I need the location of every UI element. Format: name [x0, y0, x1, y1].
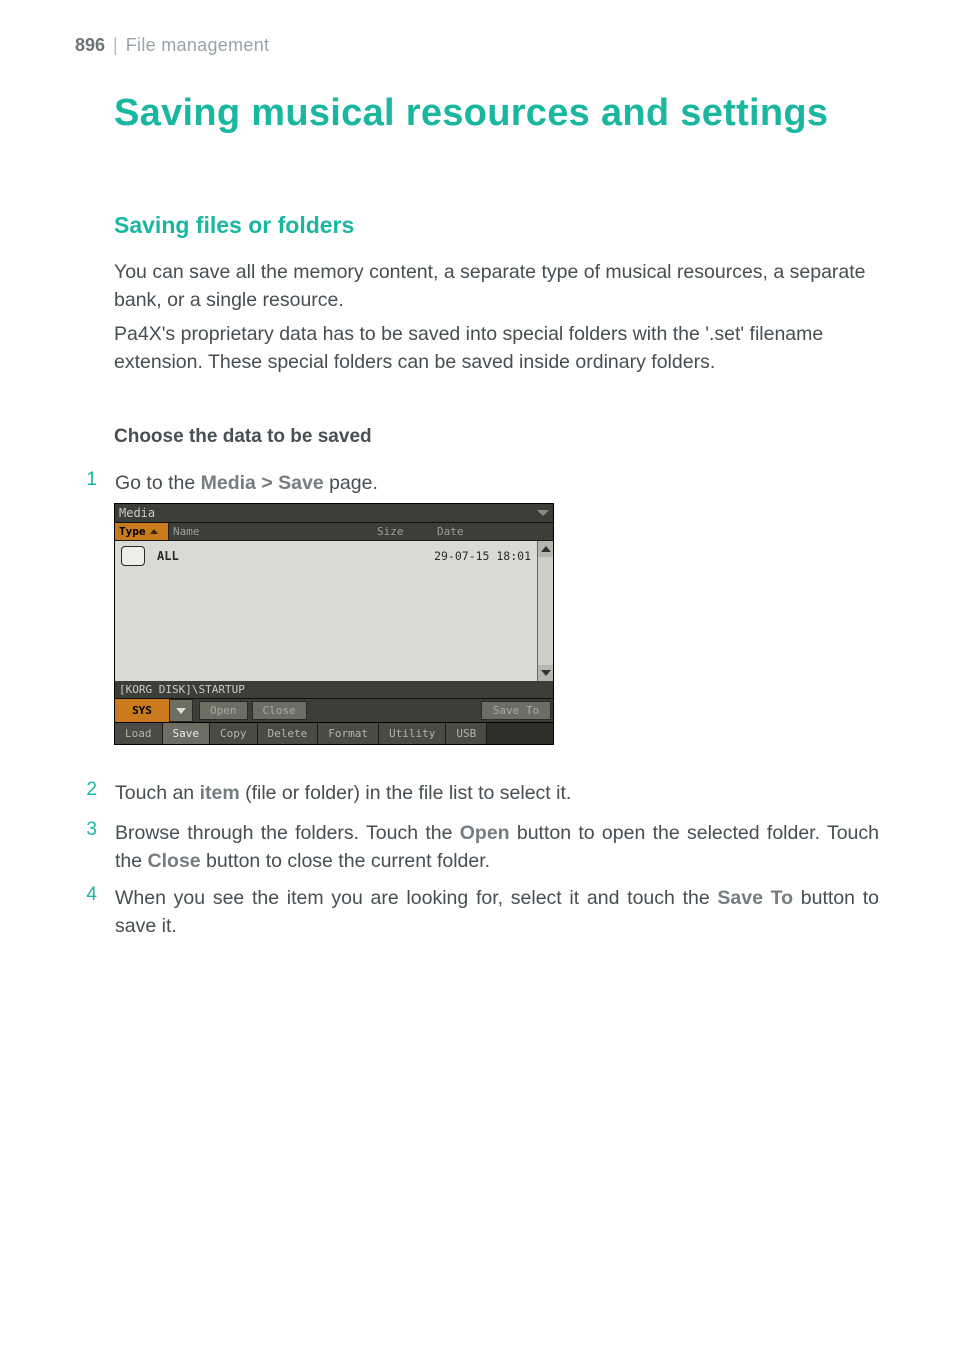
tab-utility[interactable]: Utility — [379, 723, 446, 744]
sub-heading: Choose the data to be saved — [114, 426, 372, 448]
window-title: Media — [119, 506, 155, 520]
highlight: Media > Save — [201, 472, 324, 494]
step-1: 1 Go to the Media > Save page. — [75, 469, 879, 497]
close-button[interactable]: Close — [252, 701, 307, 720]
media-save-screenshot: Media Type Name Size Date ALL 29-07-15 1… — [114, 503, 554, 745]
drive-selector[interactable]: SYS — [115, 699, 169, 722]
step-text: Touch an item (file or folder) in the fi… — [115, 779, 879, 807]
window-titlebar: Media — [115, 504, 553, 523]
item-name: ALL — [157, 549, 371, 563]
tab-format[interactable]: Format — [318, 723, 379, 744]
step-number: 1 — [75, 469, 97, 491]
menu-dropdown-icon[interactable] — [537, 510, 549, 516]
control-bar: SYS Open Close Save To — [115, 698, 553, 722]
step-text: Go to the Media > Save page. — [115, 469, 879, 497]
col-date[interactable]: Date — [433, 523, 553, 540]
pipe: | — [113, 35, 118, 56]
highlight: Save To — [717, 887, 793, 909]
item-date: 29-07-15 18:01 — [425, 549, 531, 563]
tab-bar: Load Save Copy Delete Format Utility USB — [115, 722, 553, 744]
page-title: Saving musical resources and settings — [114, 92, 879, 135]
step-number: 3 — [75, 819, 97, 841]
column-headers: Type Name Size Date — [115, 523, 553, 541]
open-button[interactable]: Open — [199, 701, 248, 720]
file-list[interactable]: ALL 29-07-15 18:01 — [115, 541, 537, 681]
step-text: Browse through the folders. Touch the Op… — [115, 819, 879, 876]
text: Touch an — [115, 782, 200, 804]
step-4: 4 When you see the item you are looking … — [75, 884, 879, 941]
text: Browse through the folders. Touch the — [115, 822, 460, 844]
list-item[interactable]: ALL 29-07-15 18:01 — [115, 541, 537, 571]
text: Go to the — [115, 472, 201, 494]
intro-paragraph-2: Pa4X's proprietary data has to be saved … — [114, 320, 879, 377]
path-bar: [KORG DISK]\STARTUP — [115, 681, 553, 698]
page-header: 896 | File management — [75, 35, 879, 56]
save-to-button[interactable]: Save To — [481, 701, 551, 720]
text: When you see the item you are looking fo… — [115, 887, 717, 909]
step-2: 2 Touch an item (file or folder) in the … — [75, 779, 879, 807]
text: (file or folder) in the file list to sel… — [240, 782, 572, 804]
col-type[interactable]: Type — [115, 523, 169, 540]
list-empty-area — [115, 571, 537, 681]
scroll-up-icon[interactable] — [538, 541, 553, 557]
step-number: 4 — [75, 884, 97, 906]
step-3: 3 Browse through the folders. Touch the … — [75, 819, 879, 876]
folder-icon — [121, 546, 145, 566]
drive-dropdown[interactable] — [169, 699, 193, 722]
intro-paragraph-1: You can save all the memory content, a s… — [114, 258, 879, 315]
section-name: File management — [126, 35, 270, 56]
highlight: item — [200, 782, 240, 804]
scroll-down-icon[interactable] — [538, 665, 553, 681]
section-heading: Saving files or folders — [114, 212, 354, 239]
scrollbar[interactable] — [537, 541, 553, 681]
col-name[interactable]: Name — [169, 523, 373, 540]
step-text: When you see the item you are looking fo… — [115, 884, 879, 941]
col-type-label: Type — [119, 525, 146, 538]
page-number: 896 — [75, 35, 105, 56]
step-number: 2 — [75, 779, 97, 801]
tab-usb[interactable]: USB — [446, 723, 487, 744]
text: page. — [324, 472, 378, 494]
text: button to close the current folder. — [201, 850, 490, 872]
col-size[interactable]: Size — [373, 523, 433, 540]
chevron-down-icon — [176, 708, 186, 714]
highlight: Close — [148, 850, 201, 872]
tab-copy[interactable]: Copy — [210, 723, 258, 744]
tab-save[interactable]: Save — [163, 723, 211, 744]
sort-asc-icon — [150, 529, 158, 534]
tab-load[interactable]: Load — [115, 723, 163, 744]
highlight: Open — [460, 822, 510, 844]
tab-delete[interactable]: Delete — [258, 723, 319, 744]
